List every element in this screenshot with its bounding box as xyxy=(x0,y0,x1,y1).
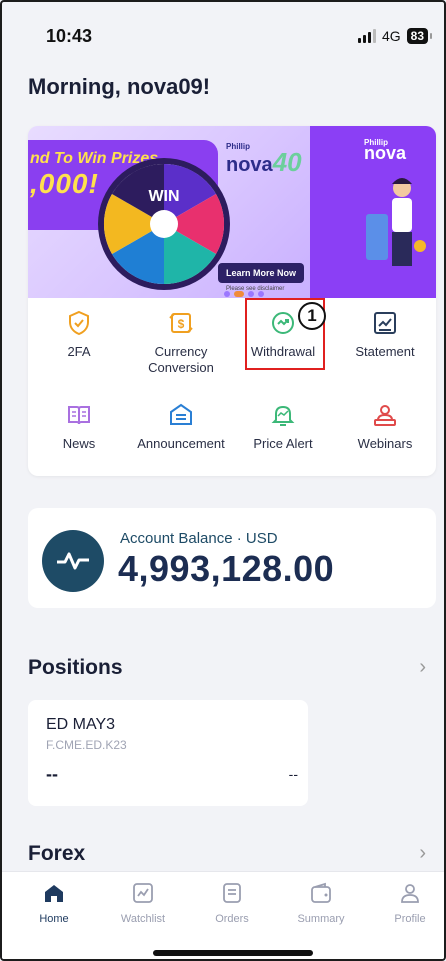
action-label: Price Alert xyxy=(253,436,313,451)
action-label: Webinars xyxy=(357,436,413,451)
nav-label: Summary xyxy=(297,913,345,925)
quick-actions-grid: 2FA $ Currency Conversion Withdrawal Sta… xyxy=(28,298,436,476)
banner-pagination xyxy=(224,291,264,297)
home-icon xyxy=(45,885,63,902)
status-indicators: 4G 83 xyxy=(357,28,433,44)
brand-anniversary-text: 40 xyxy=(272,147,302,177)
action-label: Withdrawal xyxy=(250,344,316,359)
status-bar: 10:43 4G 83 xyxy=(2,2,444,62)
pagination-dot xyxy=(248,291,254,297)
news-book-icon xyxy=(68,406,90,425)
profile-person-icon xyxy=(401,884,419,903)
position-code: F.CME.ED.K23 xyxy=(46,738,127,752)
home-indicator-bar[interactable] xyxy=(153,950,313,956)
nav-watchlist[interactable]: Watchlist xyxy=(103,882,183,925)
nav-summary[interactable]: Summary xyxy=(281,882,361,925)
nav-profile[interactable]: Profile xyxy=(370,882,444,925)
announcement-icon xyxy=(170,403,192,425)
action-label: Statement xyxy=(355,344,415,359)
pulse-icon xyxy=(42,530,104,592)
nova-logo-next: Phillip nova xyxy=(364,138,406,164)
action-2fa[interactable]: 2FA xyxy=(28,310,130,360)
action-statement[interactable]: Statement xyxy=(334,310,436,360)
position-name: ED MAY3 xyxy=(46,716,116,733)
action-news[interactable]: News xyxy=(28,402,130,452)
greeting-title: Morning, nova09! xyxy=(28,74,211,99)
account-balance-value: 4,993,128.00 xyxy=(118,548,335,589)
quick-actions-card: nd To Win Prizes ,000! WIN Phillip nova4… xyxy=(28,126,436,476)
pagination-dot xyxy=(258,291,264,297)
learn-more-button[interactable]: Learn More Now xyxy=(218,263,304,283)
brand-name-text: nova xyxy=(226,154,273,176)
orders-document-icon xyxy=(223,883,241,903)
positions-chevron-right-icon[interactable]: › xyxy=(419,656,426,679)
position-value-left: -- xyxy=(46,764,58,784)
wheel-center-text: WIN xyxy=(148,188,179,205)
nav-label: Watchlist xyxy=(120,913,166,925)
positions-title: Positions xyxy=(28,656,123,679)
position-card[interactable]: ED MAY3 F.CME.ED.K23 -- -- xyxy=(28,700,308,806)
price-alert-bell-icon xyxy=(271,405,295,426)
currency-exchange-icon: $ xyxy=(169,313,193,333)
bottom-navigation: Home Watchlist Orders Summary Profile xyxy=(2,871,444,959)
banner-promo-line2: ,000! xyxy=(30,168,99,199)
phone-screen: 10:43 4G 83 Morning, nova09! nd To Win P… xyxy=(0,0,446,961)
nav-orders[interactable]: Orders xyxy=(192,882,272,925)
network-type: 4G xyxy=(381,28,401,44)
signal-icon xyxy=(357,29,376,43)
action-currency-conversion[interactable]: $ Currency Conversion xyxy=(130,310,232,376)
wallet-icon xyxy=(311,882,331,903)
pagination-dot xyxy=(224,291,230,297)
nav-label: Home xyxy=(39,913,69,925)
nova-logo: Phillip nova40 xyxy=(226,142,302,178)
account-balance-label: Account Balance · USD xyxy=(120,530,278,547)
action-webinars[interactable]: Webinars xyxy=(334,402,436,452)
action-label: 2FA xyxy=(67,344,91,359)
prize-wheel-image: WIN xyxy=(98,158,230,290)
battery-icon: 83 xyxy=(406,28,433,44)
account-balance-card[interactable]: Account Balance · USD 4,993,128.00 xyxy=(28,508,436,608)
nav-label: Profile xyxy=(394,913,426,925)
withdrawal-icon xyxy=(272,312,294,334)
watchlist-chart-icon xyxy=(133,883,153,903)
webinar-presenter-icon xyxy=(374,405,396,426)
svg-text:$: $ xyxy=(178,317,185,331)
position-value-right: -- xyxy=(288,766,298,782)
step-number-badge: 1 xyxy=(298,302,326,330)
action-label: News xyxy=(62,436,96,451)
status-time: 10:43 xyxy=(46,26,93,46)
shield-check-icon xyxy=(69,310,89,336)
forex-chevron-right-icon[interactable]: › xyxy=(419,842,426,865)
brand-name-text: nova xyxy=(364,143,407,163)
action-label: Announcement xyxy=(137,436,225,451)
action-label: Currency Conversion xyxy=(148,344,214,375)
promo-banner[interactable]: nd To Win Prizes ,000! WIN Phillip nova4… xyxy=(28,126,436,298)
action-announcement[interactable]: Announcement xyxy=(130,402,232,452)
action-price-alert[interactable]: Price Alert xyxy=(232,402,334,452)
nav-home[interactable]: Home xyxy=(14,882,94,925)
pagination-dot-active xyxy=(234,291,244,297)
statement-chart-icon xyxy=(374,312,396,334)
nav-label: Orders xyxy=(215,913,249,925)
forex-title: Forex xyxy=(28,842,86,865)
